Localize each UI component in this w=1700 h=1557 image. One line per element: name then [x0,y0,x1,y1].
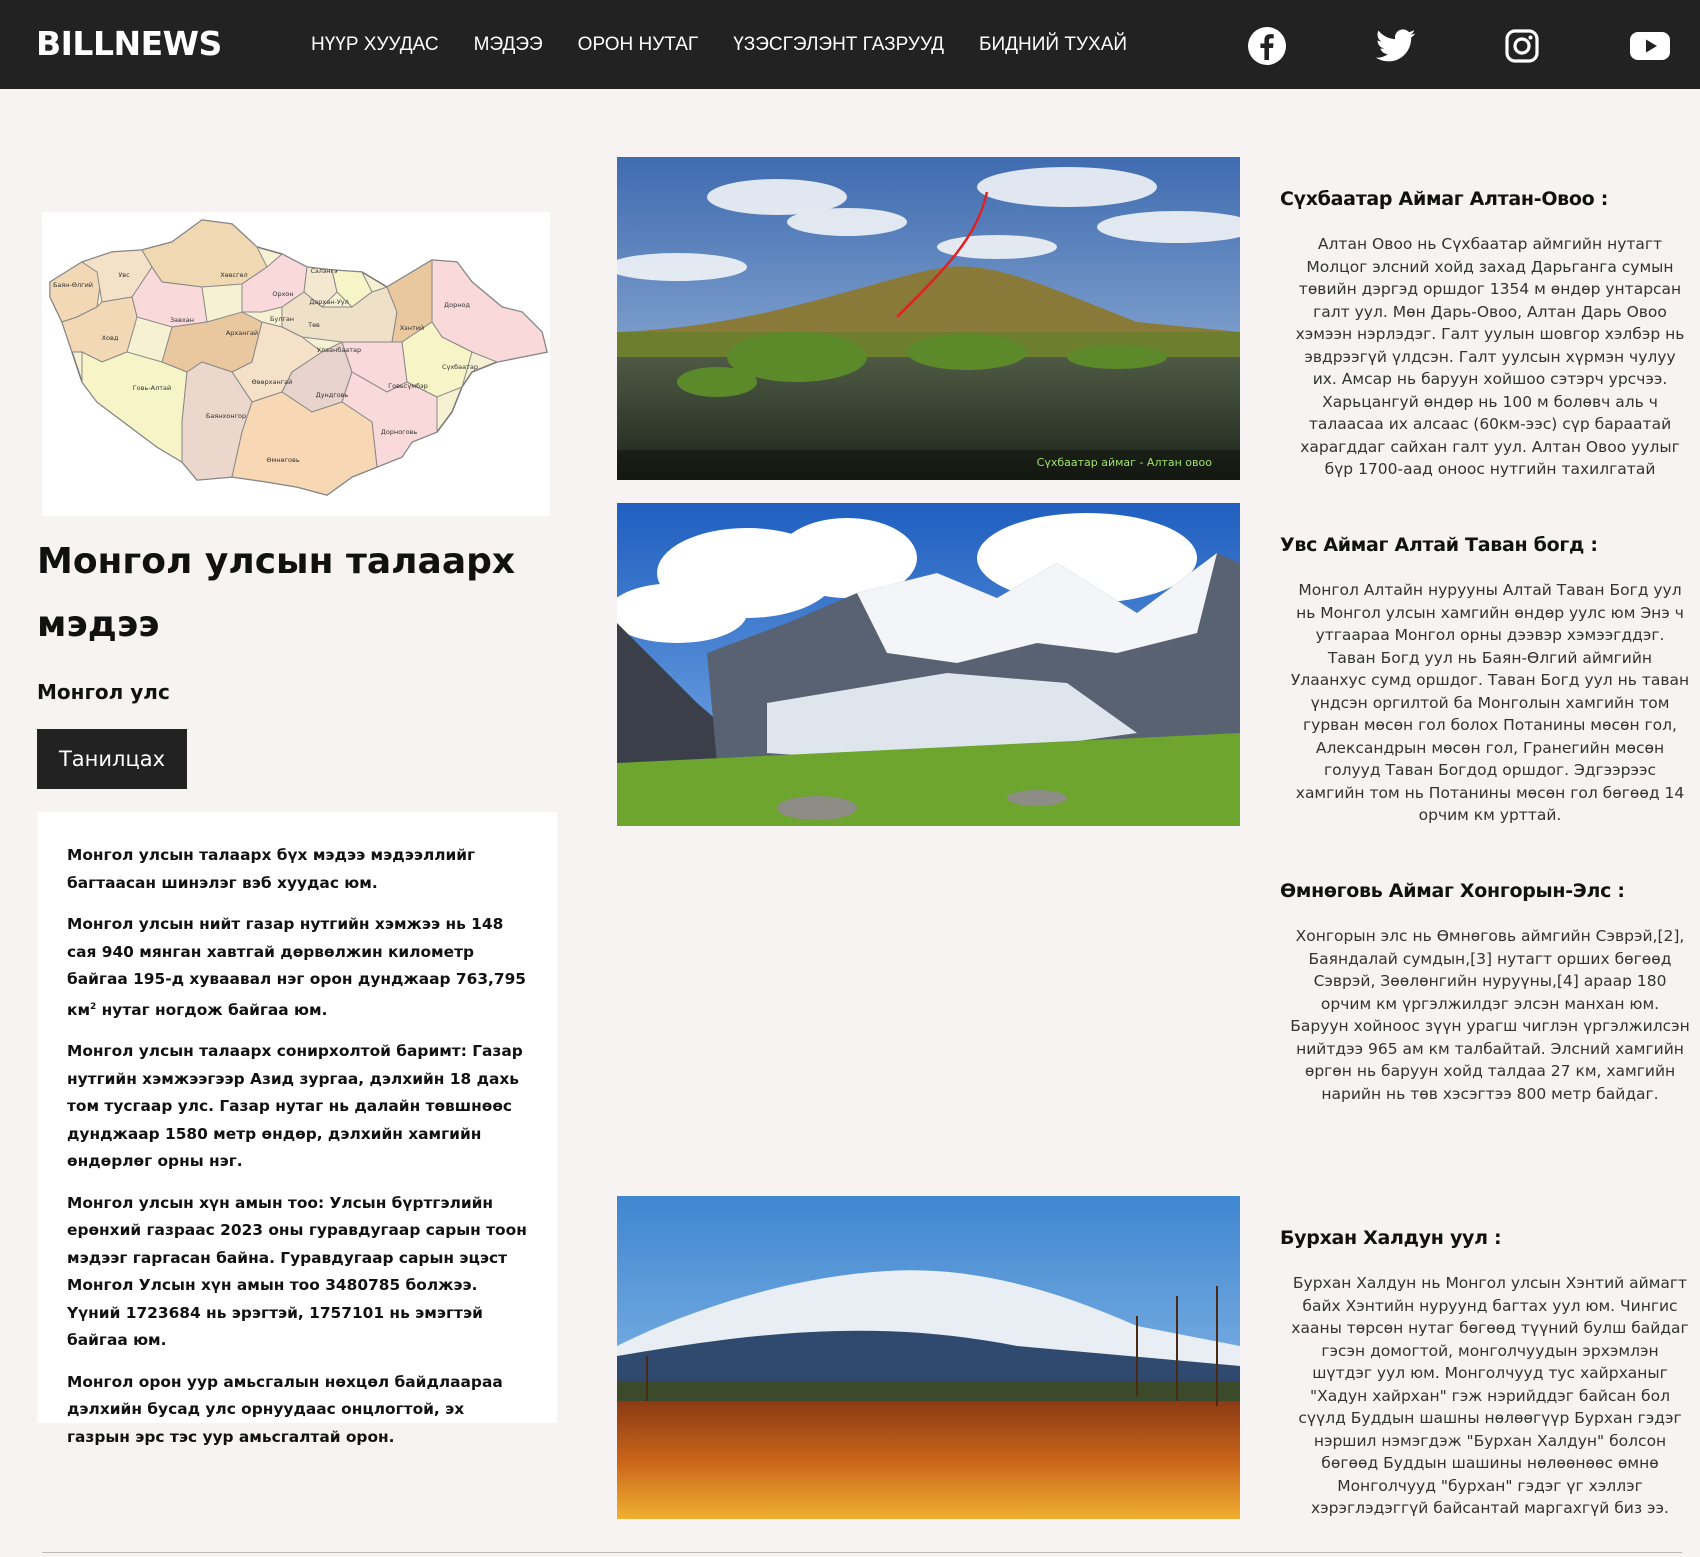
map-label: Хөвсгөл [220,271,247,279]
nav-news[interactable]: МЭДЭЭ [474,34,543,56]
map-label: Баянхонгор [206,412,246,420]
page-title: Монгол улсын талаарх мэдээ [37,541,516,645]
map-label: Архангай [226,329,258,337]
article-body-khongor-els: Хонгорын элс нь Өмнөговь аймгийн Сэврэй,… [1290,927,1690,1103]
map-label: Баян-Өлгий [53,281,93,289]
nav-about[interactable]: БИДНИЙ ТУХАЙ [979,34,1127,56]
burkhan-khaldun-photo [617,1196,1240,1519]
map-label: Дундговь [316,391,349,399]
map-label: Дорнод [444,301,470,309]
map-label: Улаанбаатар [317,346,361,354]
info-paragraph: Монгол орон уур амьсгалын нөхцөл байдлаа… [67,1372,503,1446]
info-paragraph: Монгол улсын талаарх сонирхолтой баримт:… [67,1042,523,1171]
main-menu: НҮҮР ХУУДАС МЭДЭЭ ОРОН НУТАГ ҮЗЭСГЭЛЭНТ … [311,0,1127,89]
info-paragraph: Монгол улсын талаарх бүх мэдээ мэдээллий… [67,846,476,892]
article-body-burkhan-khaldun: Бурхан Халдун нь Монгол улсын Хэнтий айм… [1291,1274,1689,1517]
info-paragraph-area: Монгол улсын нийт газар нутгийн хэмжээ н… [67,915,527,1019]
map-label: Сүхбаатар [442,363,478,371]
article-body-tavan-bogd: Монгол Алтайн нурууны Алтай Таван Богд у… [1290,581,1690,824]
map-label: Өмнөговь [266,456,299,464]
altan-ovoo-photo: Сүхбаатар аймаг - Алтан овоо [617,157,1240,480]
info-paragraph: Монгол улсын хүн амын тоо: Улсын бүртгэл… [67,1193,527,1350]
map-label: Булган [270,315,294,323]
map-label: Ховд [102,334,119,342]
map-label: Дорноговь [381,428,418,436]
map-label: Төв [307,321,320,329]
article-title-burkhan-khaldun: Бурхан Халдун уул : [1280,1227,1502,1249]
nav-home[interactable]: НҮҮР ХУУДАС [311,34,439,56]
tavan-bogd-photo [617,503,1240,826]
page-subtitle: Монгол улс [37,680,170,704]
article-title-altan-ovoo: Сүхбаатар Аймаг Алтан-Овоо : [1280,188,1609,210]
map-label: Завхан [170,316,194,324]
facebook-icon[interactable] [1247,26,1287,66]
explore-button[interactable]: Танилцах [37,729,187,789]
article-title-tavan-bogd: Увс Аймаг Алтай Таван богд : [1280,534,1598,556]
brand-logo[interactable]: BILLNEWS [36,24,222,63]
map-label: Говь-Алтай [133,384,172,392]
youtube-icon[interactable] [1630,26,1670,66]
nav-region[interactable]: ОРОН НУТАГ [578,34,699,56]
map-label: Өвөрхангай [252,378,293,386]
map-label: Хэнтий [400,324,425,332]
intro-info-box: Монгол улсын талаарх бүх мэдээ мэдээллий… [37,812,557,1446]
footer-divider [42,1552,1682,1553]
instagram-icon[interactable] [1502,26,1542,66]
photo-caption: Сүхбаатар аймаг - Алтан овоо [1037,456,1213,469]
top-navbar: BILLNEWS НҮҮР ХУУДАС МЭДЭЭ ОРОН НУТАГ ҮЗ… [0,0,1700,89]
article-title-khongor-els: Өмнөговь Аймаг Хонгорын-Элс : [1280,880,1625,902]
twitter-icon[interactable] [1376,26,1416,66]
map-label: Увс [118,271,130,279]
mongolia-map: Баян-Өлгий Увс Хөвсгөл Сэлэнгэ Орхон Дар… [42,212,550,516]
map-label: Говьсүмбэр [388,382,428,390]
map-label: Орхон [272,290,293,298]
map-label: Сэлэнгэ [310,267,337,275]
article-body-altan-ovoo: Алтан Овоо нь Сүхбаатар аймгийн нутагт М… [1295,235,1685,478]
map-label: Дархан-Уул [309,298,349,306]
nav-sights[interactable]: ҮЗЭСГЭЛЭНТ ГАЗРУУД [733,34,944,56]
